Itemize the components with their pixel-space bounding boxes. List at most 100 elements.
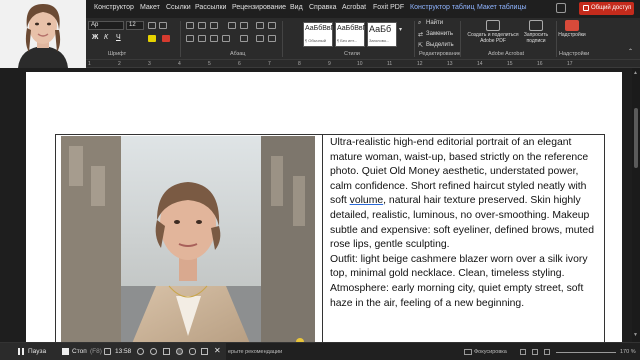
menu-references[interactable]: Ссылки	[166, 4, 191, 11]
menu-table-design[interactable]: Конструктор таблиц	[410, 4, 475, 11]
ruler-number: 17	[567, 61, 573, 67]
menu-acrobat[interactable]: Acrobat	[342, 4, 366, 11]
create-share-pdf-label: Создать и поделиться Adobe PDF	[467, 32, 519, 44]
menu-foxit[interactable]: Foxit PDF	[373, 4, 404, 11]
focus-icon[interactable]	[464, 349, 472, 355]
font-name-box[interactable]: Ар	[88, 21, 124, 30]
screen-icon[interactable]	[104, 348, 111, 355]
group-label-paragraph: Абзац	[230, 51, 246, 57]
numbering-icon[interactable]	[198, 22, 206, 29]
menu-help[interactable]: Справка	[309, 4, 336, 11]
zoom-in-icon[interactable]	[150, 348, 157, 355]
menu-table-layout[interactable]: Макет таблицы	[477, 4, 527, 11]
addins-button[interactable]: Надстройки	[558, 20, 586, 38]
bold-icon[interactable]: Ж	[92, 34, 100, 41]
align-left-icon[interactable]	[186, 35, 194, 42]
select-icon[interactable]: ⇱	[418, 42, 423, 49]
scroll-up-icon[interactable]: ▲	[633, 70, 638, 76]
menu-view[interactable]: Вид	[290, 4, 303, 11]
shading-icon[interactable]	[256, 35, 264, 42]
style-normal-name: ¶ Обычный	[305, 38, 326, 43]
style-no-spacing[interactable]: АаБбВвГ ¶ Без инт...	[335, 22, 367, 47]
ribbon-separator	[556, 21, 557, 57]
ribbon-separator	[460, 21, 461, 57]
highlight-color-icon[interactable]	[148, 35, 156, 42]
ruler-number: 8	[298, 61, 301, 67]
pause-icon[interactable]	[18, 348, 24, 355]
print-layout-icon[interactable]	[532, 349, 538, 355]
scrollbar-thumb[interactable]	[634, 108, 638, 168]
zoom-out-icon[interactable]	[137, 348, 144, 355]
menu-mailings[interactable]: Рассылки	[195, 4, 226, 11]
collapse-ribbon-icon[interactable]: ⌃	[628, 48, 633, 55]
group-label-font: Шрифт	[108, 51, 127, 57]
multilevel-list-icon[interactable]	[210, 22, 218, 29]
align-center-icon[interactable]	[198, 35, 206, 42]
document-canvas[interactable]: Ultra-realistic high-end editorial portr…	[0, 68, 632, 342]
sort-icon[interactable]	[256, 22, 264, 29]
document-table[interactable]: Ultra-realistic high-end editorial portr…	[55, 134, 605, 342]
grow-font-icon[interactable]	[148, 22, 156, 29]
comments-icon[interactable]	[556, 3, 566, 13]
style-no-spacing-name: ¶ Без инт...	[337, 38, 358, 43]
pilcrow-icon[interactable]	[268, 22, 276, 29]
shrink-font-icon[interactable]	[159, 22, 167, 29]
create-share-pdf-button[interactable]: Создать и поделиться Adobe PDF	[463, 20, 523, 44]
underline-icon[interactable]: Ч	[116, 34, 124, 41]
paragraph-portrait[interactable]: Ultra-realistic high-end editorial portr…	[330, 136, 602, 253]
zoom-level[interactable]: 170 %	[620, 349, 636, 355]
menu-review[interactable]: Рецензирование	[232, 4, 286, 11]
zoom-slider[interactable]	[556, 352, 616, 353]
vertical-scrollbar[interactable]: ▲ ▼	[632, 68, 640, 342]
horizontal-ruler[interactable]: 1 2 3 4 5 6 7 8 9 10 11 12 13 14 15 16 1…	[0, 60, 640, 68]
share-label: Общий доступ	[591, 5, 632, 11]
menu-layout[interactable]: Макет	[140, 4, 160, 11]
paragraph-text: Atmosphere: early morning city, quiet em…	[330, 282, 584, 309]
menu-design[interactable]: Конструктор	[94, 4, 134, 11]
pause-button[interactable]: Пауза	[28, 348, 46, 355]
find-button[interactable]: Найти	[426, 20, 443, 26]
borders-icon[interactable]	[268, 35, 276, 42]
justify-icon[interactable]	[222, 35, 230, 42]
style-no-spacing-sample: АаБбВвГ	[337, 25, 367, 32]
webcam-icon[interactable]	[176, 348, 183, 355]
align-right-icon[interactable]	[210, 35, 218, 42]
share-button[interactable]: Общий доступ	[579, 2, 634, 15]
paragraph-atmosphere[interactable]: Atmosphere: early morning city, quiet em…	[330, 282, 602, 311]
portrait-photo[interactable]	[61, 136, 315, 342]
document-page[interactable]: Ultra-realistic high-end editorial portr…	[26, 72, 622, 342]
font-size-box[interactable]: 12	[126, 21, 144, 30]
italic-icon[interactable]: К	[104, 34, 112, 41]
replace-icon[interactable]: ⇄	[418, 31, 423, 38]
style-heading[interactable]: АаБб Заголово...	[367, 22, 397, 47]
decrease-indent-icon[interactable]	[228, 22, 236, 29]
select-button[interactable]: Выделить	[426, 42, 454, 48]
font-color-icon[interactable]	[162, 35, 170, 42]
scroll-down-icon[interactable]: ▼	[633, 332, 638, 338]
replace-button[interactable]: Заменить	[426, 31, 453, 37]
increase-indent-icon[interactable]	[240, 22, 248, 29]
prompt-text-cell[interactable]: Ultra-realistic high-end editorial portr…	[330, 136, 602, 311]
microphone-icon[interactable]	[189, 348, 196, 355]
stop-icon[interactable]	[62, 348, 69, 355]
sound-icon[interactable]	[201, 348, 208, 355]
focus-mode-button[interactable]: Фокусировка	[474, 349, 507, 355]
group-label-editing: Редактирование	[419, 51, 461, 57]
request-signatures-button[interactable]: Запросить подписи	[522, 20, 550, 44]
status-recommendations[interactable]: ерыте рекомендации	[228, 349, 282, 355]
line-spacing-icon[interactable]	[240, 35, 248, 42]
read-mode-icon[interactable]	[520, 349, 526, 355]
webcam-overlay	[0, 0, 86, 68]
web-layout-icon[interactable]	[544, 349, 550, 355]
style-normal[interactable]: АаБбВвГ ¶ Обычный	[303, 22, 334, 47]
ruler-number: 5	[208, 61, 211, 67]
pdf-icon	[486, 20, 500, 31]
bullets-icon[interactable]	[186, 22, 194, 29]
paragraph-outfit[interactable]: Outfit: light beige cashmere blazer worn…	[330, 253, 602, 282]
spellcheck-word[interactable]: volume	[350, 195, 384, 206]
pen-icon[interactable]	[163, 348, 170, 355]
close-recorder-icon[interactable]: ✕	[214, 346, 221, 355]
stop-button[interactable]: Стоп	[72, 348, 87, 355]
styles-more-icon[interactable]: ▾	[399, 26, 402, 33]
find-icon[interactable]: ⌕	[418, 20, 421, 27]
